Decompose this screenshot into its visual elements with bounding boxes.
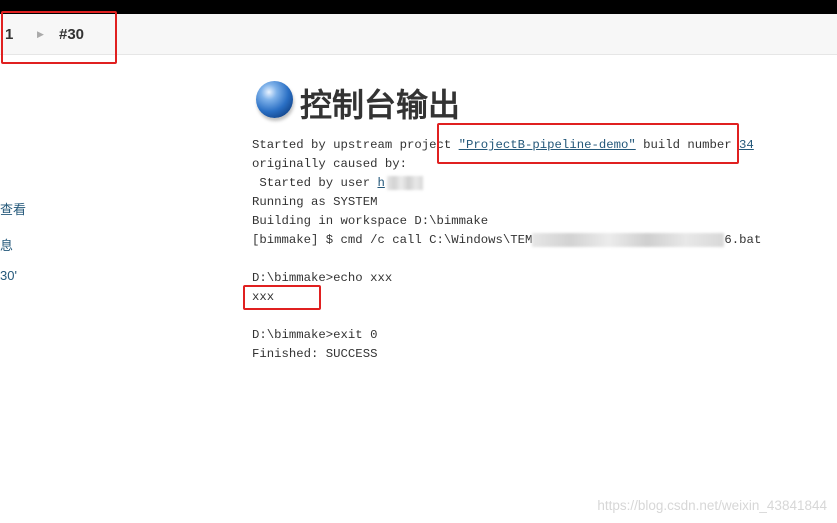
user-link[interactable]: h	[377, 176, 384, 190]
console-text: 6.bat	[724, 233, 762, 247]
console-line: Started by user h	[252, 174, 423, 193]
console-line: [bimmake] $ cmd /c call C:\Windows\TEM 6.…	[252, 231, 761, 250]
console-line: originally caused by:	[252, 157, 407, 171]
redacted-temp-path	[532, 232, 725, 247]
console-text: Started by user	[252, 176, 378, 190]
highlight-box-output	[243, 285, 321, 310]
sidebar-link-view[interactable]: 查看	[0, 199, 26, 218]
page-title: 控制台输出	[300, 87, 461, 123]
sidebar-link-build[interactable]: 30'	[0, 268, 17, 283]
redacted-username	[386, 175, 423, 190]
build-number-link[interactable]: 34	[739, 138, 754, 152]
console-line: Building in workspace D:\bimmake	[252, 214, 489, 228]
watermark-text: https://blog.csdn.net/weixin_43841844	[597, 498, 827, 513]
highlight-box-breadcrumb	[1, 11, 117, 64]
console-orb-icon	[256, 81, 293, 118]
console-line: Running as SYSTEM	[252, 195, 378, 209]
top-header-bar	[0, 0, 837, 14]
highlight-box-upstream	[437, 123, 739, 164]
sidebar-link-info[interactable]: 息	[0, 235, 13, 254]
breadcrumb-bar: 1 ▶ #30	[0, 14, 837, 55]
console-text: Started by upstream project	[252, 138, 459, 152]
console-line: D:\bimmake>exit 0	[252, 328, 378, 342]
console-text: [bimmake] $ cmd /c call C:\Windows\TEM	[252, 233, 533, 247]
console-line: Finished: SUCCESS	[252, 347, 378, 361]
